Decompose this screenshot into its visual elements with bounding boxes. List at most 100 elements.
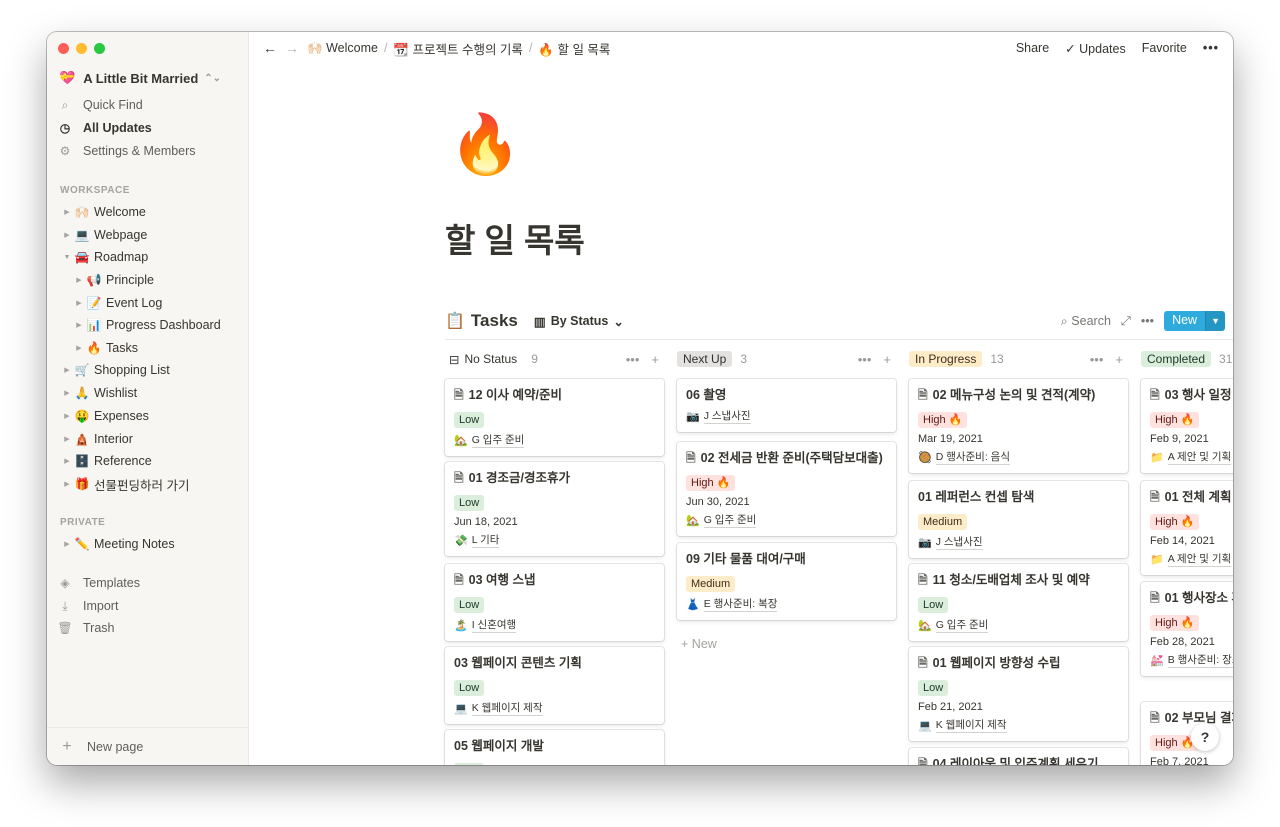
sidebar-item-welcome[interactable]: ▶ 🙌🏻 Welcome [47,201,249,223]
import-button[interactable]: ⤓ Import [47,595,249,617]
more-options-icon[interactable]: ••• [1090,352,1104,367]
relation-link[interactable]: 👗 E 행사준비: 복장 [686,596,887,612]
task-card[interactable]: 01 레퍼런스 컨셉 탐색 Medium 📷 J 스냅사진 [909,481,1128,558]
task-card[interactable]: 🗎02 부모님 결재High 🔥Feb 7, 2021📁A 제안 및 기획 [1141,702,1233,765]
add-new-card-button[interactable]: + New [681,637,717,651]
more-options-icon[interactable]: ••• [1203,41,1219,55]
relation-link[interactable]: 🏡 G 입주 준비 [454,432,655,448]
quick-find-button[interactable]: ⌕ Quick Find [47,94,249,116]
share-button[interactable]: Share [1016,41,1049,55]
expand-triangle-icon[interactable]: ▶ [74,321,84,329]
help-button[interactable]: ? [1191,723,1219,751]
more-options-icon[interactable]: ••• [858,352,872,367]
expand-triangle-icon[interactable]: ▶ [62,389,72,397]
minimize-window-button[interactable] [76,43,87,54]
more-options-icon[interactable]: ••• [626,352,640,367]
task-card[interactable]: 🗎 02 메뉴구성 논의 및 견적(계약) High 🔥 Mar 19, 2021 🥘 D… [909,379,1128,473]
task-card[interactable]: 🗎04 레이아웃 및 입주계획 세우기Medium [909,748,1128,765]
task-card[interactable]: 🗎 01 웹페이지 방향성 수립 Low Feb 21, 2021 💻 K 웹페이지 제작 [909,647,1128,741]
workspace-switcher[interactable]: 💝 A Little Bit Married ⌃⌄ [59,70,221,86]
sidebar-item-shopping-list[interactable]: ▶ 🛒 Shopping List [47,359,249,381]
sidebar-item-principle[interactable]: ▶ 📢 Principle [47,269,249,291]
sidebar-item-progress-dashboard[interactable]: ▶ 📊 Progress Dashboard [47,314,249,336]
relation-link[interactable]: 🏡 G 입주 준비 [686,512,887,528]
sidebar-item-event-log[interactable]: ▶ 📝 Event Log [47,292,249,314]
relation-link[interactable]: 📷 J 스냅사진 [918,534,1119,550]
trash-button[interactable]: 🗑 Trash [47,617,249,639]
expand-triangle-icon[interactable]: ▶ [62,366,72,374]
more-options-icon[interactable]: ••• [1141,314,1154,328]
page-emoji-icon[interactable]: 🔥 [449,116,521,174]
breadcrumb-item[interactable]: 🙌🏻 Welcome [307,41,378,56]
sidebar-item-roadmap[interactable]: ▼ 🚘 Roadmap [47,246,249,268]
relation-link[interactable]: 🏝️ I 신혼여행 [454,617,655,633]
relation-link[interactable]: 💸 L 기타 [454,532,655,548]
relation-link[interactable]: 💒B 행사준비: 장소 [1150,652,1233,668]
expand-triangle-icon[interactable]: ▶ [74,344,84,352]
collapse-triangle-icon[interactable]: ▼ [62,254,72,261]
sidebar-item-reference[interactable]: ▶ 🗄️ Reference [47,450,249,472]
favorite-button[interactable]: Favorite [1142,41,1187,55]
plus-icon[interactable]: + [651,352,659,367]
status-tag[interactable]: In Progress [909,351,983,367]
sidebar-item-gift-funding[interactable]: ▶ 🎁 선물펀딩하러 가기 [47,473,249,495]
task-card[interactable]: 06 촬영 📷 J 스냅사진 [677,379,896,432]
task-card[interactable]: 🗎 02 전세금 반환 준비(주택담보대출) High 🔥 Jun 30, 2021 🏡… [677,442,896,536]
templates-button[interactable]: ◈ Templates [47,572,249,594]
task-card[interactable]: 🗎 01 전체 계획 및 High 🔥 Feb 14, 2021 📁A 제안 및 기획 [1141,481,1233,575]
sidebar-item-meeting-notes[interactable]: ▶ ✏️ Meeting Notes [47,533,249,555]
status-tag[interactable]: Next Up [677,351,733,367]
relation-link[interactable]: 📷 J 스냅사진 [686,408,887,424]
status-tag[interactable]: No Status [464,351,523,367]
task-card[interactable]: 🗎 03 행사 일정 확 High 🔥 Feb 9, 2021 📁A 제안 및 기획 [1141,379,1233,473]
relation-link[interactable]: 💻 K 웹페이지 제작 [454,700,655,716]
forward-arrow-icon[interactable]: → [285,40,301,56]
page-title[interactable]: 할 일 목록 [445,214,585,262]
task-card[interactable]: 🗎 11 청소/도배업체 조사 및 예약 Low 🏡 G 입주 준비 [909,564,1128,641]
sidebar-item-interior[interactable]: ▶ 🛕 Interior [47,428,249,450]
expand-triangle-icon[interactable]: ▶ [62,412,72,420]
database-title[interactable]: 📋 Tasks [445,311,518,331]
task-card[interactable]: 05 웹페이지 개발Low💻K 웹페이지 제작 [445,730,664,765]
close-window-button[interactable] [58,43,69,54]
relation-link[interactable]: 📁 A 제안 및 기획 [1150,449,1233,465]
new-button[interactable]: New ▼ [1164,311,1225,331]
expand-triangle-icon[interactable]: ▶ [62,435,72,443]
sidebar-item-webpage[interactable]: ▶ 💻 Webpage [47,224,249,246]
new-page-button[interactable]: + New page [47,727,249,765]
updates-button[interactable]: ✓ Updates [1065,41,1126,56]
maximize-window-button[interactable] [94,43,105,54]
task-card[interactable]: 🗎 01 행사장소 후보 확인) High 🔥 Feb 28, 2021 💒B 행사준비… [1141,582,1233,676]
relation-link[interactable]: 📁 A 제안 및 기획 [1150,551,1233,567]
relation-link[interactable]: 💻 K 웹페이지 제작 [918,717,1119,733]
plus-icon[interactable]: + [1115,352,1123,367]
breadcrumb-item[interactable]: 📆 프로젝트 수행의 기록 [393,39,523,58]
search-button[interactable]: ⌕ Search [1061,314,1111,329]
expand-triangle-icon[interactable]: ▶ [62,540,72,548]
chevron-down-icon[interactable]: ▼ [1205,311,1225,331]
expand-triangle-icon[interactable]: ▶ [62,480,72,488]
plus-icon[interactable]: + [883,352,891,367]
sidebar-item-tasks[interactable]: ▶ 🔥 Tasks [47,337,249,359]
breadcrumb-item[interactable]: 🔥 할 일 목록 [538,39,610,58]
task-card[interactable]: 🗎 01 경조금/경조휴가 Low Jun 18, 2021 💸 L 기타 [445,462,664,556]
expand-triangle-icon[interactable]: ▶ [62,231,72,239]
task-card[interactable]: 🗎 12 이사 예약/준비 Low 🏡 G 입주 준비 [445,379,664,456]
task-card[interactable]: 🗎 03 여행 스냅 Low 🏝️ I 신혼여행 [445,564,664,641]
status-tag[interactable]: Completed [1141,351,1212,367]
sidebar-item-expenses[interactable]: ▶ 🤑 Expenses [47,405,249,427]
relation-link[interactable]: 🏡 G 입주 준비 [918,617,1119,633]
new-button-label[interactable]: New [1164,311,1206,331]
back-arrow-icon[interactable]: ← [263,40,279,56]
relation-link[interactable]: 🥘 D 행사준비: 음식 [918,449,1119,465]
expand-triangle-icon[interactable]: ▶ [74,276,84,284]
task-card[interactable]: 09 기타 물품 대여/구매 Medium 👗 E 행사준비: 복장 [677,543,896,620]
expand-icon[interactable]: ⤢ [1121,314,1131,329]
task-card[interactable]: 03 웹페이지 콘텐츠 기획 Low 💻 K 웹페이지 제작 [445,647,664,724]
all-updates-button[interactable]: ◷ All Updates [47,117,249,139]
settings-button[interactable]: ⚙ Settings & Members [47,140,249,162]
expand-triangle-icon[interactable]: ▶ [62,208,72,216]
view-switcher[interactable]: ▥ By Status ⌄ [534,314,624,329]
expand-triangle-icon[interactable]: ▶ [62,457,72,465]
sidebar-item-wishlist[interactable]: ▶ 🙏 Wishlist [47,382,249,404]
